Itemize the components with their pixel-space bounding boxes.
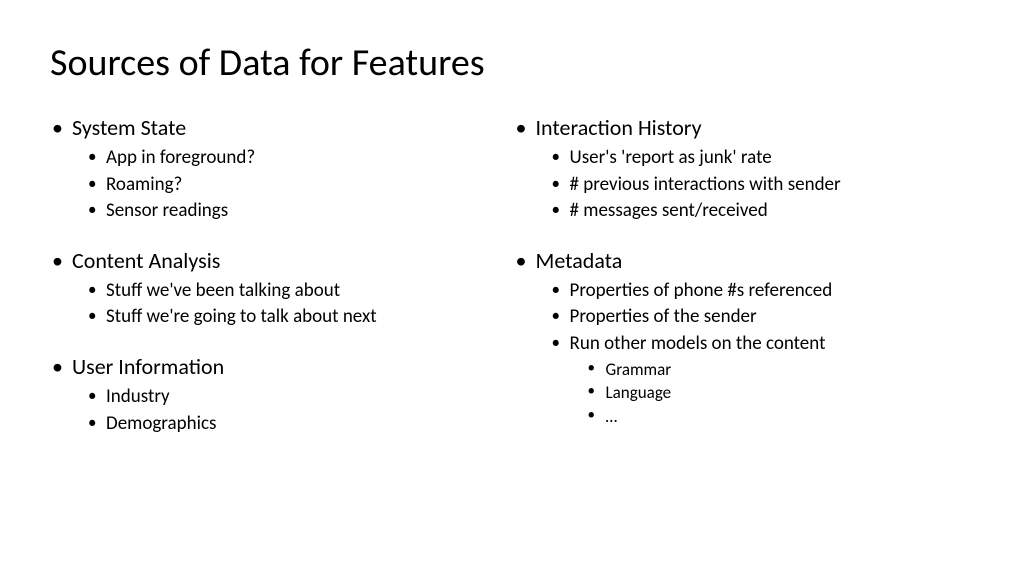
- section-title: Metadata: [514, 247, 994, 274]
- list-item: # messages sent/received: [514, 198, 994, 225]
- list-subitem: Language: [514, 381, 994, 405]
- list-item: Roaming?: [50, 172, 494, 199]
- list-item: Properties of the sender: [514, 304, 994, 331]
- section-title: System State: [50, 114, 494, 141]
- section-system-state: System State App in foreground? Roaming?…: [50, 114, 494, 225]
- list-item: App in foreground?: [50, 145, 494, 172]
- list-subitem: Grammar: [514, 358, 994, 382]
- section-metadata: Metadata Properties of phone #s referenc…: [514, 247, 994, 429]
- list-item: Stuff we've been talking about: [50, 278, 494, 305]
- section-interaction-history: Interaction History User's 'report as ju…: [514, 114, 994, 225]
- slide-title: Sources of Data for Features: [50, 40, 974, 86]
- list-item: # previous interactions with sender: [514, 172, 994, 199]
- list-item: Run other models on the content: [514, 331, 994, 358]
- section-content-analysis: Content Analysis Stuff we've been talkin…: [50, 247, 494, 331]
- right-column: Interaction History User's 'report as ju…: [514, 114, 994, 459]
- section-user-information: User Information Industry Demographics: [50, 353, 494, 437]
- list-item: Properties of phone #s referenced: [514, 278, 994, 305]
- section-title: Interaction History: [514, 114, 994, 141]
- list-item: User's 'report as junk' rate: [514, 145, 994, 172]
- section-title: Content Analysis: [50, 247, 494, 274]
- content-area: System State App in foreground? Roaming?…: [50, 114, 974, 459]
- list-item: Sensor readings: [50, 198, 494, 225]
- section-title: User Information: [50, 353, 494, 380]
- list-item: Industry: [50, 384, 494, 411]
- list-item: Stuff we're going to talk about next: [50, 304, 494, 331]
- list-item: Demographics: [50, 411, 494, 438]
- list-subitem: …: [514, 405, 994, 429]
- left-column: System State App in foreground? Roaming?…: [50, 114, 494, 459]
